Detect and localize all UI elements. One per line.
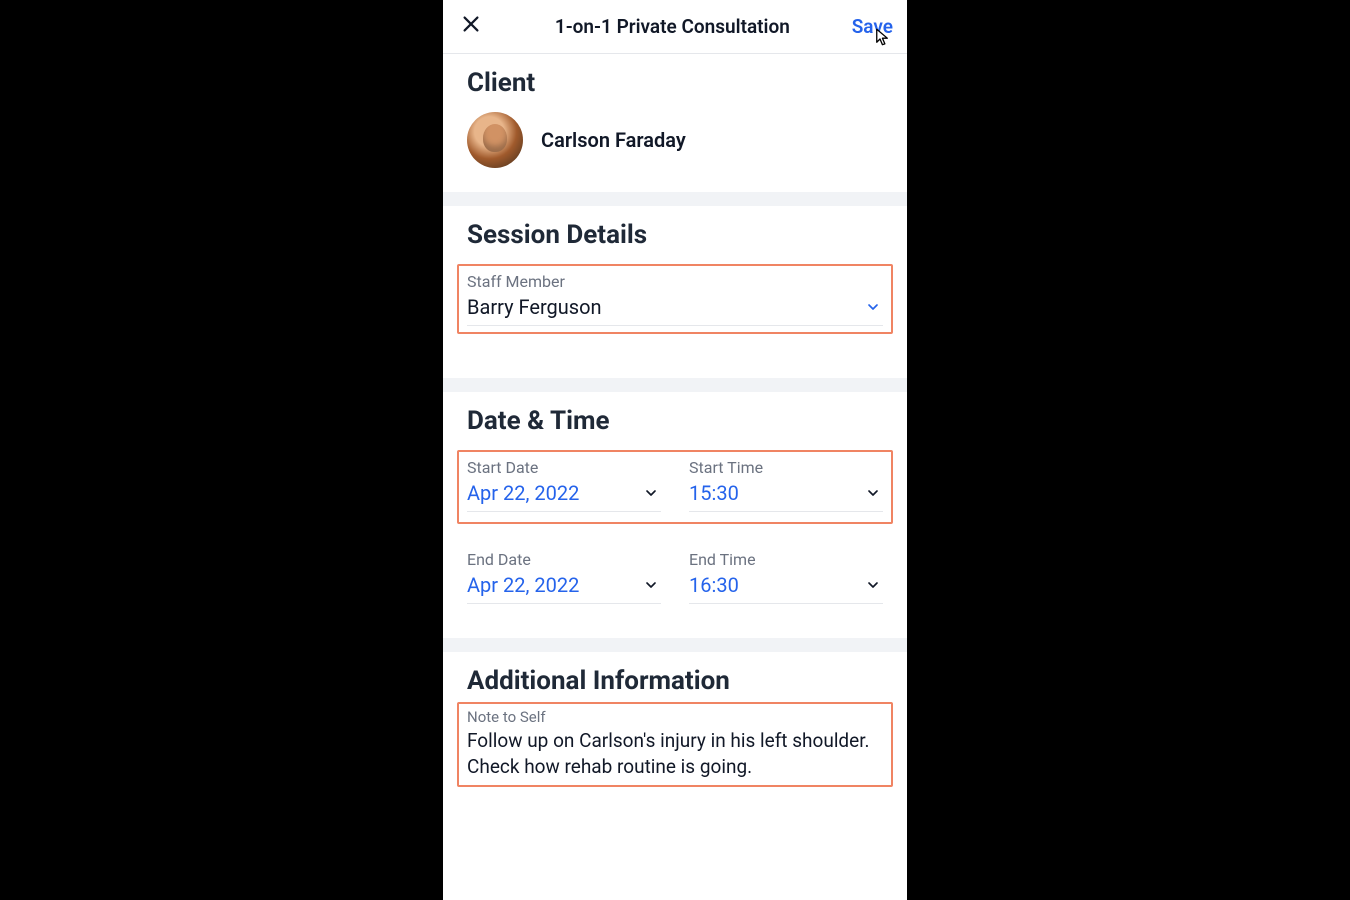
start-date-field[interactable]: Start Date Apr 22, 2022 [467, 458, 661, 516]
close-button[interactable] [457, 13, 485, 41]
staff-member-label: Staff Member [467, 272, 883, 291]
divider [443, 192, 907, 206]
close-icon [460, 12, 482, 42]
chevron-down-icon [863, 483, 883, 503]
end-date-field[interactable]: End Date Apr 22, 2022 [467, 542, 661, 608]
start-date-label: Start Date [467, 458, 661, 477]
end-time-label: End Time [689, 550, 883, 569]
staff-member-field[interactable]: Staff Member Barry Ferguson [457, 264, 893, 334]
client-name: Carlson Faraday [541, 128, 686, 152]
divider [443, 378, 907, 392]
start-time-field[interactable]: Start Time 15:30 [689, 458, 883, 516]
note-to-self-field[interactable]: Note to Self Follow up on Carlson's inju… [457, 702, 893, 787]
chevron-down-icon [863, 575, 883, 595]
note-label: Note to Self [467, 708, 883, 726]
divider [443, 638, 907, 652]
end-date-value: Apr 22, 2022 [467, 573, 579, 597]
session-section-title: Session Details [467, 220, 883, 250]
client-row[interactable]: Carlson Faraday [467, 112, 883, 168]
start-time-label: Start Time [689, 458, 883, 477]
end-time-field[interactable]: End Time 16:30 [689, 542, 883, 608]
start-time-value: 15:30 [689, 481, 739, 505]
additional-section-title: Additional Information [467, 666, 883, 696]
additional-section: Additional Information Note to Self Foll… [443, 652, 907, 795]
end-date-label: End Date [467, 550, 661, 569]
start-date-value: Apr 22, 2022 [467, 481, 579, 505]
datetime-section: Date & Time Start Date Apr 22, 2022 Star… [443, 392, 907, 638]
top-bar: 1-on-1 Private Consultation Save [443, 0, 907, 54]
session-section: Session Details Staff Member Barry Fergu… [443, 206, 907, 378]
chevron-down-icon [863, 297, 883, 317]
datetime-section-title: Date & Time [467, 406, 883, 436]
note-text: Follow up on Carlson's injury in his lef… [467, 728, 883, 779]
end-time-value: 16:30 [689, 573, 739, 597]
staff-member-value: Barry Ferguson [467, 295, 602, 319]
client-section-title: Client [467, 68, 883, 98]
app-screen: 1-on-1 Private Consultation Save Client … [443, 0, 907, 900]
save-button[interactable]: Save [852, 15, 893, 38]
client-section: Client Carlson Faraday [443, 54, 907, 192]
start-row-highlight: Start Date Apr 22, 2022 Start Time 15:30 [457, 450, 893, 524]
page-title: 1-on-1 Private Consultation [493, 15, 852, 38]
chevron-down-icon [641, 575, 661, 595]
avatar [467, 112, 523, 168]
chevron-down-icon [641, 483, 661, 503]
